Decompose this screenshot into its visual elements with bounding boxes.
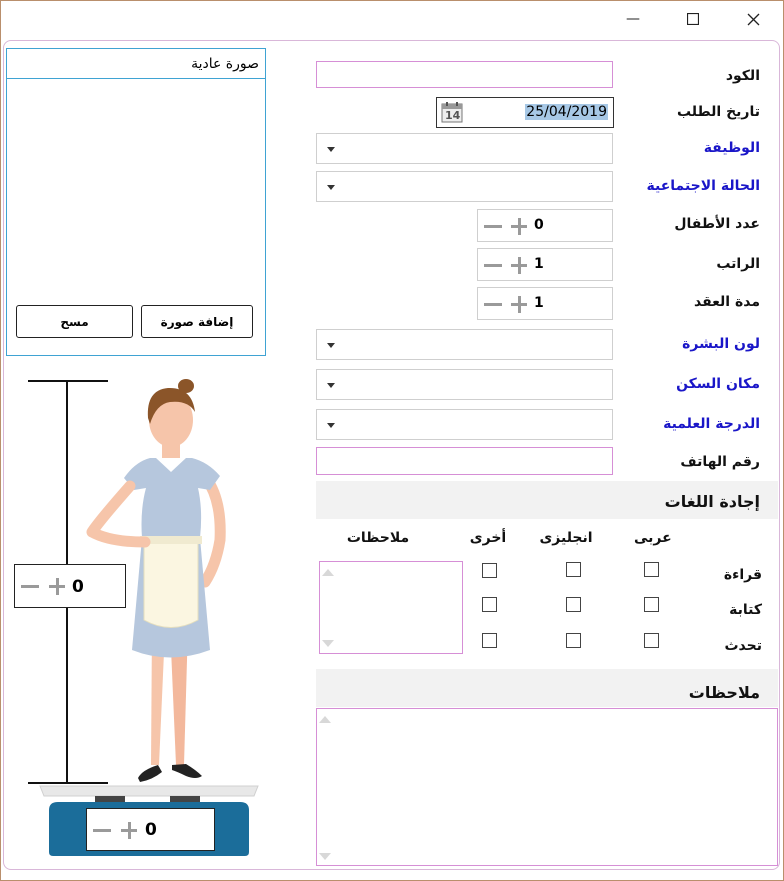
height-stepper[interactable]: 0: [14, 564, 126, 608]
chevron-down-icon: [327, 423, 335, 428]
salary-label: الراتب: [716, 256, 760, 272]
order-date-label: تاريخ الطلب: [676, 104, 760, 120]
close-button[interactable]: [730, 6, 776, 32]
contract-stepper[interactable]: 1: [477, 287, 613, 320]
residence-label: مكان السكن: [676, 376, 760, 392]
photo-title: صورة عادية: [191, 56, 259, 72]
job-label: الوظيفة: [703, 140, 760, 156]
code-input[interactable]: [316, 61, 613, 88]
scroll-down-icon[interactable]: [319, 853, 331, 860]
scroll-up-icon[interactable]: [319, 716, 331, 723]
languages-title: إجادة اللغات: [664, 492, 760, 511]
clear-photo-button[interactable]: مسح: [16, 305, 133, 338]
row-speaking: تحدث: [724, 638, 762, 654]
row-reading: قراءة: [723, 567, 762, 583]
minimize-button[interactable]: —: [610, 6, 656, 32]
minimize-icon: —: [626, 11, 640, 27]
chevron-down-icon: [327, 343, 335, 348]
scroll-down-icon[interactable]: [322, 640, 334, 647]
order-date-picker[interactable]: 14 25/04/2019: [436, 97, 614, 128]
children-value: 0: [534, 217, 544, 233]
weight-value: 0: [145, 820, 157, 840]
salary-value: 1: [534, 256, 544, 272]
photo-preview[interactable]: [7, 80, 265, 302]
col-other: أخرى: [469, 530, 507, 546]
maid-measure-illustration: [28, 379, 259, 856]
calendar-icon[interactable]: 14: [441, 101, 463, 123]
minus-icon[interactable]: [484, 264, 502, 267]
phone-input[interactable]: [316, 447, 613, 475]
job-combo[interactable]: [316, 133, 613, 164]
col-arabic: عربى: [634, 530, 672, 546]
checkbox-speaking-arabic[interactable]: [644, 633, 659, 648]
checkbox-reading-english[interactable]: [566, 562, 581, 577]
languages-notes-textarea[interactable]: [319, 561, 463, 654]
degree-combo[interactable]: [316, 409, 613, 440]
notes-header: ملاحظات: [316, 669, 778, 707]
checkbox-writing-other[interactable]: [482, 597, 497, 612]
maximize-button[interactable]: [670, 6, 716, 32]
scroll-up-icon[interactable]: [322, 569, 334, 576]
checkbox-speaking-english[interactable]: [566, 633, 581, 648]
close-icon: [747, 13, 759, 25]
checkbox-reading-other[interactable]: [482, 563, 497, 578]
height-value: 0: [72, 577, 84, 597]
contract-label: مدة العقد: [693, 294, 760, 310]
minus-icon[interactable]: [21, 585, 39, 588]
maximize-icon: [687, 13, 699, 25]
chevron-down-icon: [327, 147, 335, 152]
notes-title: ملاحظات: [688, 683, 760, 702]
weight-stepper[interactable]: 0: [86, 808, 215, 851]
residence-combo[interactable]: [316, 369, 613, 400]
marital-label: الحالة الاجتماعية: [646, 178, 760, 194]
chevron-down-icon: [327, 383, 335, 388]
children-stepper[interactable]: 0: [477, 209, 613, 242]
calendar-day: 14: [445, 109, 461, 122]
add-photo-button[interactable]: إضافة صورة: [141, 305, 253, 338]
checkbox-writing-english[interactable]: [566, 597, 581, 612]
photo-title-bar: صورة عادية: [7, 49, 265, 79]
notes-textarea[interactable]: [316, 708, 778, 866]
marital-combo[interactable]: [316, 171, 613, 202]
code-label: الكود: [725, 68, 760, 84]
photo-group: صورة عادية إضافة صورة مسح: [6, 48, 266, 356]
chevron-down-icon: [327, 185, 335, 190]
minus-icon[interactable]: [484, 303, 502, 306]
col-notes: ملاحظات: [346, 530, 410, 546]
checkbox-writing-arabic[interactable]: [644, 597, 659, 612]
skin-combo[interactable]: [316, 329, 613, 360]
order-date-value: 25/04/2019: [525, 104, 608, 120]
minus-icon[interactable]: [484, 225, 502, 228]
row-writing: كتابة: [729, 602, 762, 618]
contract-value: 1: [534, 295, 544, 311]
col-english: انجليزى: [539, 530, 593, 546]
checkbox-reading-arabic[interactable]: [644, 562, 659, 577]
children-label: عدد الأطفال: [674, 216, 760, 232]
degree-label: الدرجة العلمية: [663, 416, 760, 432]
minus-icon[interactable]: [93, 829, 111, 832]
salary-stepper[interactable]: 1: [477, 248, 613, 281]
languages-header: إجادة اللغات: [316, 481, 778, 519]
skin-label: لون البشرة: [682, 336, 760, 352]
phone-label: رقم الهاتف: [680, 454, 760, 470]
checkbox-speaking-other[interactable]: [482, 633, 497, 648]
